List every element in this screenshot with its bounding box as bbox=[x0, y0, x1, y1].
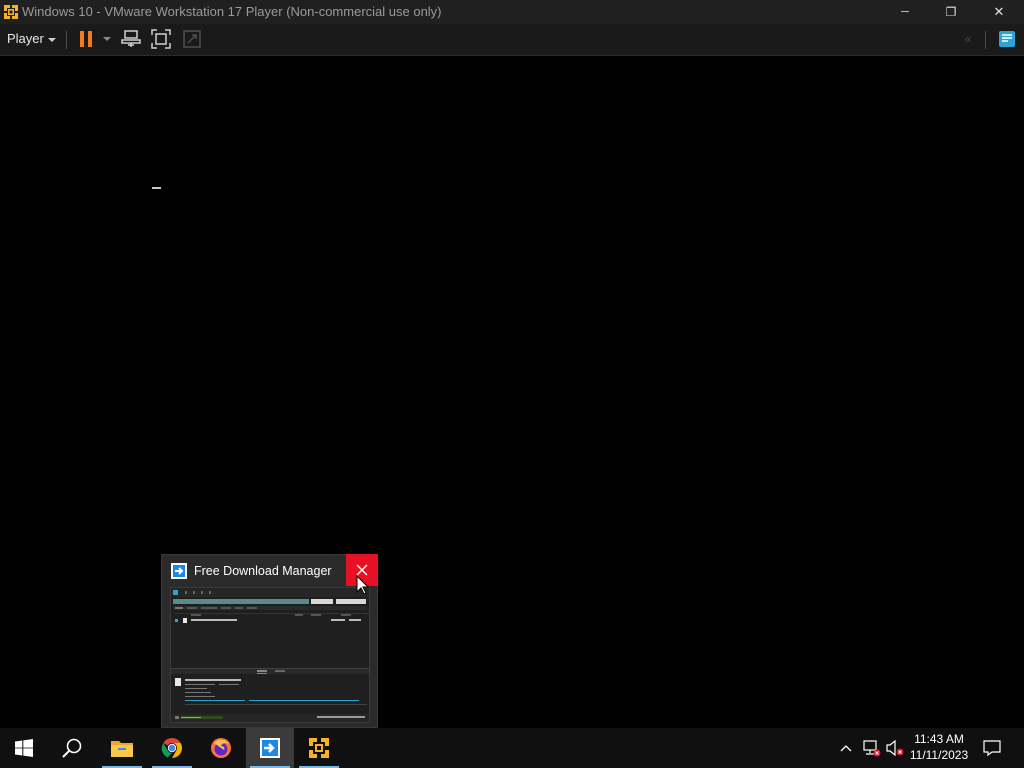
text-cursor bbox=[152, 187, 161, 189]
vmware-logo-icon bbox=[3, 4, 19, 20]
action-center-button[interactable] bbox=[978, 728, 1006, 768]
message-log-button[interactable] bbox=[996, 28, 1018, 50]
send-ctrl-alt-del-button[interactable] bbox=[120, 28, 142, 50]
notifications-icon bbox=[983, 740, 1001, 757]
chevron-down-icon bbox=[48, 38, 56, 42]
double-chevron-left-icon: « bbox=[964, 32, 972, 46]
minimize-icon: ─ bbox=[901, 6, 909, 18]
message-log-icon bbox=[999, 31, 1015, 47]
chevron-down-icon bbox=[103, 37, 111, 41]
window-thumbnail[interactable] bbox=[170, 587, 370, 723]
system-clock[interactable]: 11:43 AM 11/11/2023 bbox=[905, 731, 973, 765]
close-button[interactable]: ✕ bbox=[976, 0, 1022, 24]
pause-button[interactable] bbox=[76, 28, 96, 50]
minimize-button[interactable]: ─ bbox=[882, 0, 928, 24]
full-screen-button[interactable] bbox=[150, 28, 172, 50]
search-icon bbox=[62, 738, 82, 758]
start-button[interactable] bbox=[0, 728, 48, 768]
network-status-button[interactable] bbox=[860, 728, 882, 768]
download-manager-thumbnail-image bbox=[171, 588, 369, 722]
chevron-up-icon bbox=[840, 745, 852, 752]
file-explorer-icon bbox=[111, 741, 133, 757]
pause-icon bbox=[80, 31, 92, 47]
window-title: Windows 10 - VMware Workstation 17 Playe… bbox=[22, 4, 442, 19]
volume-button[interactable] bbox=[884, 728, 906, 768]
clock-time: 11:43 AM bbox=[914, 732, 964, 746]
clock-date: 11/11/2023 bbox=[909, 748, 969, 762]
unity-button[interactable] bbox=[181, 28, 203, 50]
network-disconnected-icon bbox=[863, 740, 881, 757]
windows-start-icon bbox=[15, 739, 33, 757]
restore-icon: ❐ bbox=[945, 5, 957, 19]
player-menu-label: Player bbox=[7, 31, 44, 46]
volume-muted-icon bbox=[886, 739, 904, 757]
player-toolbar: Player « bbox=[0, 24, 1024, 56]
close-icon: ✕ bbox=[993, 4, 1005, 19]
chrome-icon bbox=[161, 738, 182, 758]
taskbar-firefox[interactable] bbox=[197, 728, 245, 768]
taskbar-vmware-player[interactable] bbox=[295, 728, 343, 768]
search-button[interactable] bbox=[48, 728, 96, 768]
restore-button[interactable]: ❐ bbox=[928, 0, 974, 24]
taskbar-file-explorer[interactable] bbox=[98, 728, 146, 768]
free-download-manager-icon bbox=[260, 738, 280, 758]
show-hidden-icons-button[interactable] bbox=[836, 728, 856, 768]
taskbar-thumbnail-preview[interactable]: Free Download Manager bbox=[161, 554, 378, 728]
mouse-pointer-icon bbox=[356, 575, 370, 595]
toolbar-divider bbox=[66, 31, 67, 49]
taskbar-free-download-manager[interactable] bbox=[246, 728, 294, 768]
collapse-toolbar-button[interactable]: « bbox=[957, 28, 979, 50]
taskbar: 11:43 AM 11/11/2023 bbox=[0, 728, 1024, 768]
vmware-player-icon bbox=[309, 738, 329, 758]
full-screen-icon bbox=[151, 29, 171, 49]
send-ctrl-alt-del-icon bbox=[121, 30, 141, 47]
taskbar-google-chrome[interactable] bbox=[148, 728, 196, 768]
power-options-dropdown[interactable] bbox=[100, 28, 114, 50]
vm-display[interactable] bbox=[0, 56, 1024, 728]
toolbar-divider bbox=[985, 31, 986, 49]
preview-title: Free Download Manager bbox=[194, 564, 332, 578]
unity-icon bbox=[183, 30, 201, 48]
player-menu-button[interactable]: Player bbox=[2, 28, 60, 50]
free-download-manager-icon bbox=[171, 563, 187, 579]
firefox-icon bbox=[211, 738, 231, 758]
window-titlebar: Windows 10 - VMware Workstation 17 Playe… bbox=[0, 0, 1024, 24]
